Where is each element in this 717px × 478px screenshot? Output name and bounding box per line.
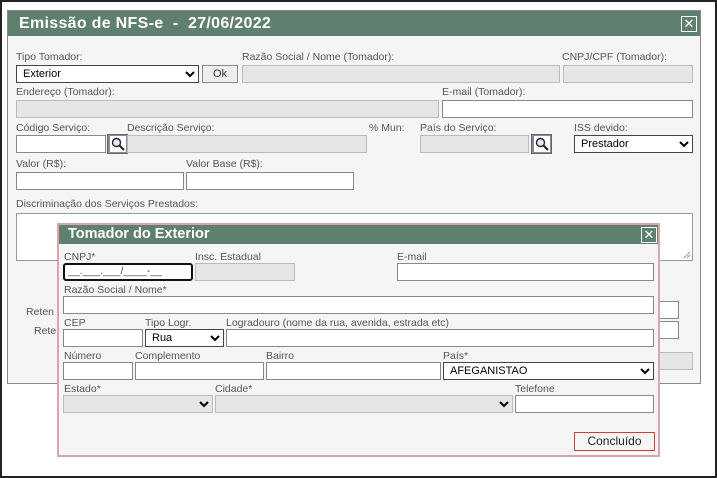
email-label: E-mail (Tomador): bbox=[442, 86, 526, 98]
tomador-exterior-title: Tomador do Exterior bbox=[59, 225, 658, 244]
iss-devido-select[interactable]: Prestador bbox=[574, 135, 693, 153]
endereco-label: Endereço (Tomador): bbox=[16, 86, 115, 98]
pais-label: País* bbox=[443, 350, 469, 362]
logradouro-input[interactable] bbox=[226, 329, 654, 347]
cnpj-input[interactable]: __.___.___/____-__ bbox=[63, 263, 193, 281]
close-icon[interactable]: ✕ bbox=[641, 227, 657, 243]
valor-label: Valor (R$): bbox=[16, 158, 66, 170]
pais-select[interactable]: AFEGANISTAO bbox=[443, 362, 654, 380]
email-label: E-mail bbox=[397, 251, 427, 263]
tomador-exterior-title-text: Tomador do Exterior bbox=[68, 226, 210, 242]
razao-social-label: Razão Social / Nome (Tomador): bbox=[242, 51, 395, 63]
email-field[interactable] bbox=[442, 100, 693, 118]
valor-base-label: Valor Base (R$): bbox=[186, 158, 263, 170]
perc-mun-label: % Mun: bbox=[369, 122, 405, 134]
resize-grip-icon[interactable] bbox=[683, 251, 691, 259]
cnpj-cpf-label: CNPJ/CPF (Tomador): bbox=[562, 51, 668, 63]
estado-label: Estado* bbox=[64, 383, 101, 395]
email-input[interactable] bbox=[397, 263, 654, 281]
dialog-title-text: Emissão de NFS-e - 27/06/2022 bbox=[19, 15, 272, 32]
tipo-tomador-label: Tipo Tomador: bbox=[16, 51, 83, 63]
search-icon bbox=[110, 136, 126, 152]
razao-social-input[interactable] bbox=[63, 296, 654, 314]
hidden-button-stub[interactable] bbox=[659, 352, 693, 370]
search-codigo-button[interactable] bbox=[107, 134, 128, 154]
descricao-servico-field bbox=[127, 135, 367, 153]
cnpj-label: CNPJ* bbox=[64, 251, 96, 263]
tipo-logr-select[interactable]: Rua bbox=[145, 329, 224, 347]
valor-base-field[interactable] bbox=[186, 172, 354, 190]
tipo-tomador-select[interactable]: Exterior bbox=[16, 65, 199, 83]
retencao-field-1[interactable] bbox=[659, 301, 679, 319]
retencao-label-2: Rete bbox=[34, 325, 57, 337]
insc-estadual-label: Insc. Estadual bbox=[195, 251, 261, 263]
telefone-input[interactable] bbox=[515, 395, 654, 413]
cidade-select[interactable] bbox=[215, 395, 513, 413]
bairro-input[interactable] bbox=[266, 362, 441, 380]
retencao-label-1: Reten bbox=[26, 306, 55, 318]
discriminacao-label: Discriminação dos Serviços Prestados: bbox=[16, 198, 199, 210]
cep-label: CEP bbox=[64, 317, 86, 329]
cnpj-cpf-field bbox=[563, 65, 693, 83]
cep-input[interactable] bbox=[63, 329, 143, 347]
retencao-field-2[interactable] bbox=[659, 321, 679, 339]
endereco-field bbox=[16, 100, 439, 118]
razao-social-label: Razão Social / Nome* bbox=[64, 284, 167, 296]
search-icon bbox=[534, 136, 550, 152]
concluido-button[interactable]: Concluído bbox=[574, 432, 655, 451]
pais-servico-field bbox=[420, 135, 529, 153]
dialog-title: Emissão de NFS-e - 27/06/2022 bbox=[8, 11, 700, 36]
valor-field[interactable] bbox=[16, 172, 184, 190]
estado-select[interactable] bbox=[63, 395, 213, 413]
tomador-exterior-dialog: Tomador do Exterior ✕ CNPJ* Insc. Estadu… bbox=[57, 223, 660, 457]
complemento-label: Complemento bbox=[135, 350, 201, 362]
insc-estadual-field bbox=[195, 263, 295, 281]
logradouro-label: Logradouro (nome da rua, avenida, estrad… bbox=[226, 317, 449, 329]
codigo-servico-label: Código Serviço: bbox=[16, 122, 91, 134]
pais-servico-label: País do Serviço: bbox=[420, 122, 497, 134]
bairro-label: Bairro bbox=[266, 350, 295, 362]
descricao-servico-label: Descrição Serviço: bbox=[127, 122, 215, 134]
close-icon[interactable]: ✕ bbox=[681, 16, 697, 32]
codigo-servico-field[interactable] bbox=[16, 135, 106, 153]
iss-devido-label: ISS devido: bbox=[574, 122, 628, 134]
cidade-label: Cidade* bbox=[215, 383, 253, 395]
search-pais-button[interactable] bbox=[531, 134, 552, 154]
telefone-label: Telefone bbox=[515, 383, 555, 395]
numero-label: Número bbox=[64, 350, 102, 362]
razao-social-field bbox=[242, 65, 560, 83]
tipo-logr-label: Tipo Logr. bbox=[145, 317, 192, 329]
numero-input[interactable] bbox=[63, 362, 133, 380]
ok-button[interactable]: Ok bbox=[202, 65, 238, 83]
complemento-input[interactable] bbox=[135, 362, 264, 380]
